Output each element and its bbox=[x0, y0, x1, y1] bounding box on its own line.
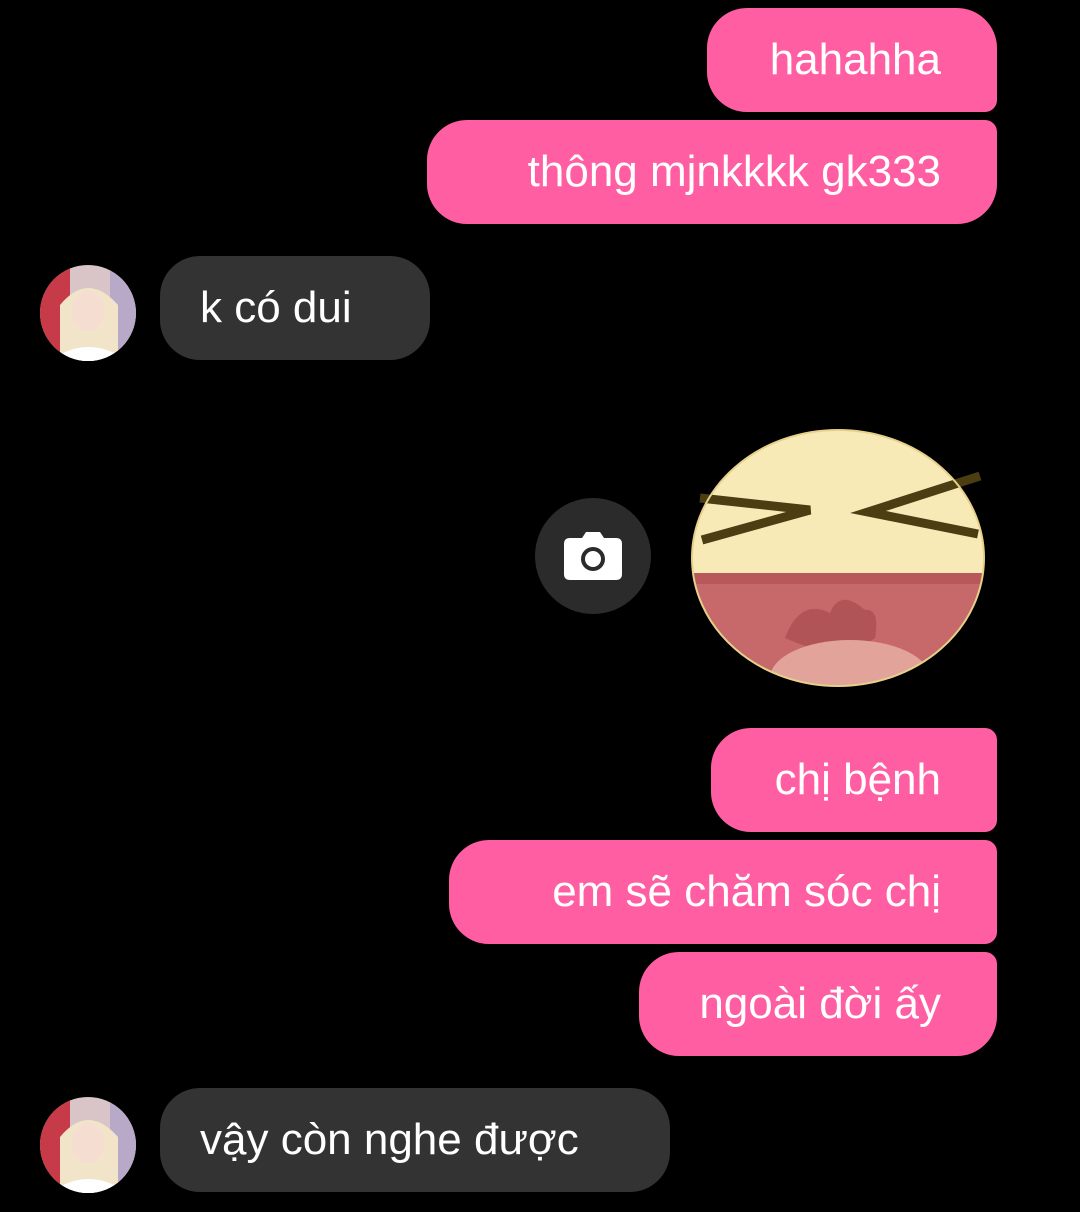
camera-button[interactable] bbox=[535, 498, 651, 614]
contact-avatar[interactable] bbox=[40, 1097, 136, 1193]
message-bubble-sent[interactable]: em sẽ chăm sóc chị bbox=[449, 840, 997, 944]
message-bubble-sent[interactable]: hahahha bbox=[707, 8, 997, 112]
message-text: em sẽ chăm sóc chị bbox=[552, 867, 941, 916]
camera-icon bbox=[564, 532, 622, 580]
message-bubble-received[interactable]: k có dui bbox=[160, 256, 430, 360]
message-text: hahahha bbox=[769, 35, 941, 84]
message-text: chị bệnh bbox=[774, 755, 941, 804]
message-text: thông mjnkkkk gk333 bbox=[527, 147, 941, 196]
message-bubble-received[interactable]: vậy còn nghe được bbox=[160, 1088, 670, 1192]
laughing-face-sticker[interactable] bbox=[690, 428, 986, 688]
message-text: ngoài đời ấy bbox=[699, 979, 941, 1028]
message-bubble-sent[interactable]: ngoài đời ấy bbox=[639, 952, 997, 1056]
contact-avatar[interactable] bbox=[40, 265, 136, 361]
message-bubble-sent[interactable]: chị bệnh bbox=[711, 728, 997, 832]
message-bubble-sent[interactable]: thông mjnkkkk gk333 bbox=[427, 120, 997, 224]
message-text: k có dui bbox=[200, 283, 352, 332]
message-text: vậy còn nghe được bbox=[200, 1115, 579, 1164]
